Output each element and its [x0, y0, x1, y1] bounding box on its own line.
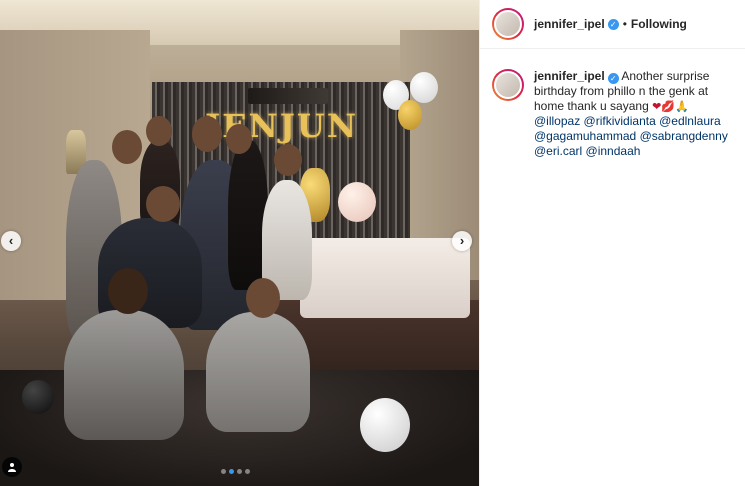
caption-text: jennifer_ipel ✓ Another surprise birthday… [534, 69, 733, 159]
carousel-dot [245, 469, 250, 474]
person-head [112, 130, 142, 164]
balloon [398, 100, 422, 130]
header-separator: • [622, 17, 627, 31]
person-head [274, 144, 302, 176]
avatar[interactable] [492, 8, 524, 40]
post-sidebar: jennifer_ipel ✓ • Following jennifer_ipe… [479, 0, 745, 486]
mention-link[interactable]: @illopaz [534, 114, 580, 128]
caption-username[interactable]: jennifer_ipel [534, 69, 605, 83]
post-photo[interactable]: JENJUN ‹ › [0, 0, 479, 486]
post-header: jennifer_ipel ✓ • Following [480, 0, 745, 49]
balloon [410, 72, 438, 103]
mention-link[interactable]: @rifkividianta [584, 114, 656, 128]
person-head [146, 116, 172, 146]
caption-avatar[interactable] [492, 69, 524, 101]
person-head [108, 268, 148, 314]
carousel-dots [221, 469, 250, 474]
person-head [246, 278, 280, 318]
verified-badge-icon: ✓ [607, 18, 619, 30]
carousel-dot [221, 469, 226, 474]
caption: jennifer_ipel ✓ Another surprise birthday… [480, 49, 745, 159]
person-head [226, 124, 252, 154]
balloon [22, 380, 54, 414]
person-head [192, 116, 222, 152]
carousel-dot-active [229, 469, 234, 474]
chevron-right-icon[interactable]: › [452, 231, 472, 251]
mention-link[interactable]: @sabrangdenny [640, 129, 728, 143]
balloon [360, 398, 410, 452]
mention-link[interactable]: @eri.carl [534, 144, 582, 158]
header-username[interactable]: jennifer_ipel [534, 17, 605, 31]
avatar-image [494, 10, 522, 38]
person-head [146, 186, 180, 222]
chevron-left-icon[interactable]: ‹ [1, 231, 21, 251]
caption-emojis: ❤💋🙏 [652, 100, 689, 113]
user-tag-icon[interactable] [2, 457, 22, 477]
balloon [338, 182, 376, 222]
person [206, 312, 310, 432]
user-tag-icon-glyph [8, 463, 16, 472]
birthday-banner [248, 88, 328, 104]
mention-link[interactable]: @edlnlaura [659, 114, 721, 128]
person [64, 310, 184, 440]
carousel-dot [237, 469, 242, 474]
mention-link[interactable]: @gagamuhammad [534, 129, 636, 143]
following-button[interactable]: Following [631, 17, 687, 31]
verified-badge-icon: ✓ [607, 73, 619, 84]
avatar-image [494, 71, 522, 99]
mention-link[interactable]: @inndaah [586, 144, 641, 158]
bed [300, 238, 470, 318]
